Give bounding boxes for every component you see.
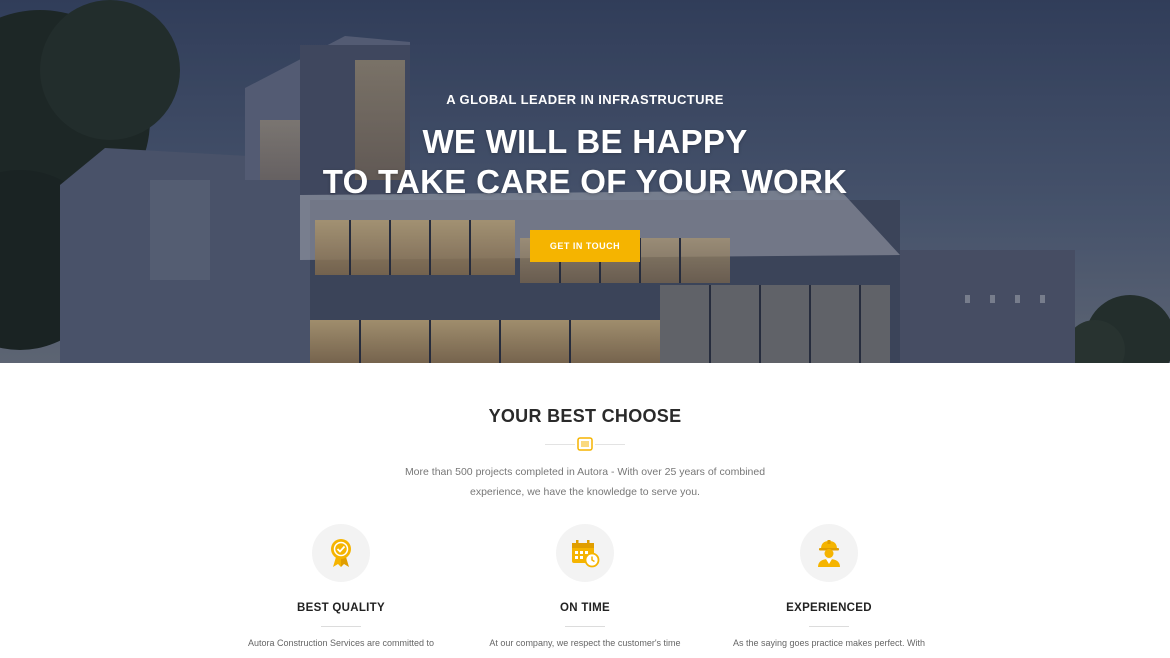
divider-line-right xyxy=(595,444,625,445)
section-divider xyxy=(545,437,625,451)
award-medal-icon xyxy=(331,539,351,567)
feature-title: BEST QUALITY xyxy=(297,602,385,614)
hero-title-line-2: TO TAKE CARE OF YOUR WORK xyxy=(322,163,848,200)
hero-kicker: A GLOBAL LEADER IN INFRASTRUCTURE xyxy=(446,92,724,107)
feature-title: ON TIME xyxy=(559,602,610,614)
feature-divider xyxy=(809,626,849,627)
section-description: More than 500 projects completed in Auto… xyxy=(404,466,766,498)
hero-title: WE WILL BE HAPPY TO TAKE CARE OF YOUR WO… xyxy=(0,122,1170,202)
feature-text: As the saying goes practice makes perfec… xyxy=(732,638,926,648)
feature-text: Autora Construction Services are committ… xyxy=(247,638,435,648)
feature-icon-circle xyxy=(800,524,858,582)
hero-title-line-1: WE WILL BE HAPPY xyxy=(422,123,748,160)
feature-divider xyxy=(321,626,361,627)
feature-icon-circle xyxy=(312,524,370,582)
feature-best-quality: BEST QUALITY Autora Construction Service… xyxy=(221,524,461,648)
feature-experienced: EXPERIENCED As the saying goes practice … xyxy=(709,524,949,648)
calendar-clock-icon xyxy=(572,540,600,568)
hero-banner: A GLOBAL LEADER IN INFRASTRUCTURE WE WIL… xyxy=(0,0,1170,363)
feature-icon-circle xyxy=(556,524,614,582)
feature-on-time: ON TIME At our company, we respect the c… xyxy=(465,524,705,648)
divider-line-left xyxy=(545,444,575,445)
feature-text: At our company, we respect the customer'… xyxy=(489,638,681,648)
section-title: YOUR BEST CHOOSE xyxy=(488,406,682,426)
feature-title: EXPERIENCED xyxy=(786,602,872,614)
get-in-touch-button[interactable]: GET IN TOUCH xyxy=(530,230,640,262)
feature-divider xyxy=(565,626,605,627)
construction-worker-icon xyxy=(818,540,840,567)
divider-ornament-icon xyxy=(577,437,593,451)
